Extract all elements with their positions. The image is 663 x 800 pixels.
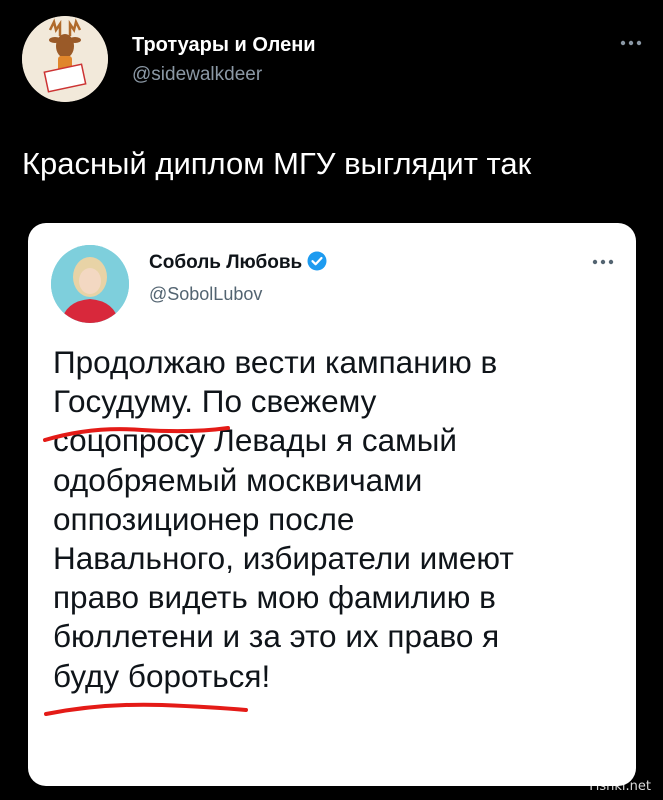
outer-tweet-header: Тротуары и Олени @sidewalkdeer: [22, 14, 642, 104]
author-handle[interactable]: @sidewalkdeer: [132, 64, 262, 86]
tweet-text-line: Навального, избиратели имеют: [53, 540, 514, 577]
more-icon[interactable]: [620, 30, 642, 51]
tweet-text-line: право видеть мою фамилию в: [53, 579, 496, 616]
tweet-text: Красный диплом МГУ выглядит так: [22, 146, 532, 181]
author-handle[interactable]: @SobolLubov: [149, 284, 262, 305]
tweet-text: Продолжаю вести кампанию в Госудуму. По …: [53, 343, 633, 696]
tweet-text-line: бюллетени и за это их право я: [53, 618, 500, 655]
avatar[interactable]: [51, 245, 129, 323]
person-photo-icon: [51, 245, 129, 323]
verified-badge-icon: [307, 251, 327, 271]
quoted-tweet-card[interactable]: Соболь Любовь @SobolLubov Продолжаю вест…: [28, 223, 636, 786]
author-name-text: Соболь Любовь: [149, 252, 303, 273]
avatar[interactable]: [22, 16, 108, 102]
tweet-text-line: буду бороться!: [53, 657, 271, 694]
red-underline-mark: [44, 702, 248, 716]
tweet-text-line: Госудуму. По свежему: [53, 383, 377, 420]
watermark: Fishki.net: [589, 779, 651, 794]
tweet-text-line: Продолжаю вести кампанию в: [53, 344, 498, 380]
tweet-text-line: соцопросу Левады я самый: [53, 422, 458, 459]
more-icon[interactable]: [592, 249, 614, 270]
tweet-text-line: оппозиционер после: [53, 500, 355, 537]
tweet-text-line: одобряемый москвичами: [53, 461, 423, 498]
author-name[interactable]: Соболь Любовь: [149, 251, 327, 274]
deer-logo-icon: [22, 16, 108, 102]
author-name[interactable]: Тротуары и Олени: [132, 34, 316, 57]
